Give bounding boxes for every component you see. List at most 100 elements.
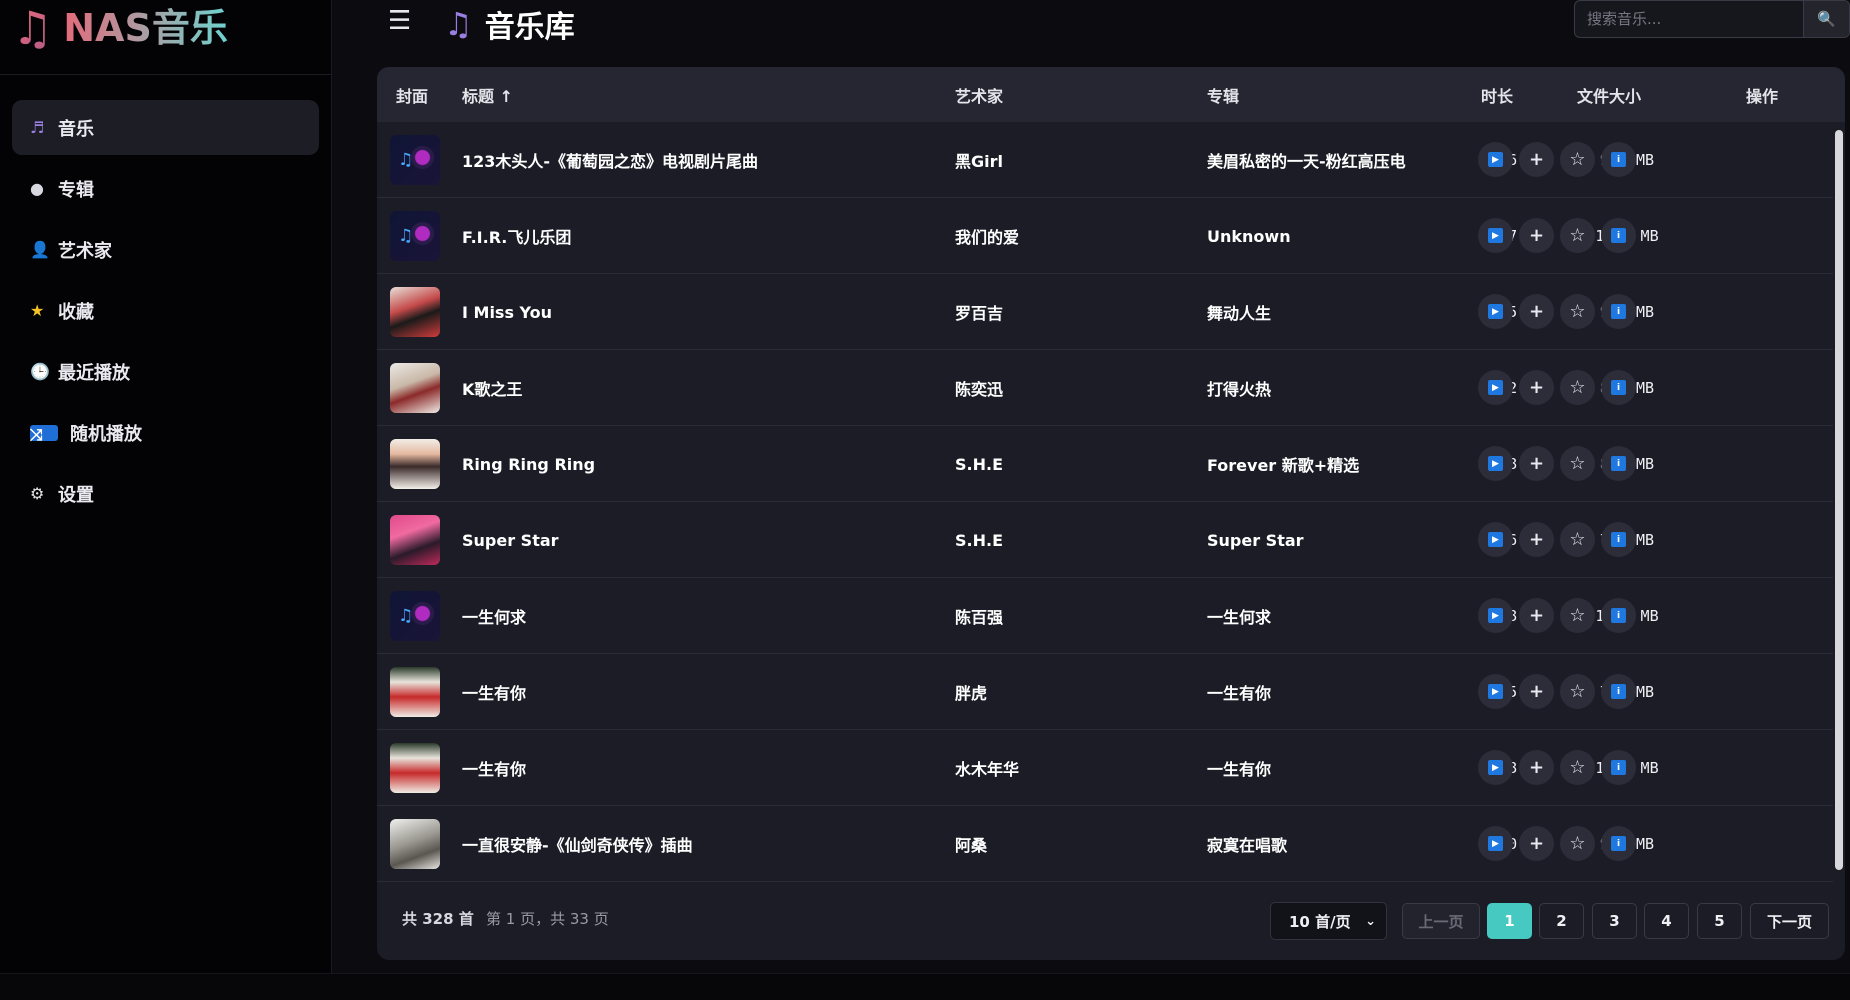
table-row[interactable]: 一生有你胖虎一生有你3:157.8 MB▶+☆i (377, 654, 1833, 730)
play-button[interactable]: ▶ (1478, 142, 1513, 177)
add-to-playlist-button[interactable]: + (1519, 294, 1554, 329)
info-button[interactable]: i (1601, 142, 1636, 177)
table-row[interactable]: 一直很安静-《仙剑奇侠传》插曲阿桑寂寞在唱歌4:109.6 MB▶+☆i (377, 806, 1833, 882)
table-row[interactable]: 一生有你水木年华一生有你4:1810.2 MB▶+☆i (377, 730, 1833, 806)
info-button[interactable]: i (1601, 370, 1636, 405)
column-header-title[interactable]: 标题 ↑ (462, 83, 513, 107)
table-row[interactable]: Ring Ring RingS.H.EForever 新歌+精选3:488.8 … (377, 426, 1833, 502)
sidebar-item-5[interactable]: ⤨ 随机播放 (12, 405, 319, 460)
song-title[interactable]: 一生何求 (462, 578, 526, 654)
sidebar-item-0[interactable]: ♬ 音乐 (12, 100, 319, 155)
favorite-button[interactable]: ☆ (1560, 598, 1595, 633)
play-button[interactable]: ▶ (1478, 370, 1513, 405)
info-button[interactable]: i (1601, 674, 1636, 709)
sidebar-item-4[interactable]: 🕒 最近播放 (12, 344, 319, 399)
search-input[interactable] (1575, 1, 1803, 37)
favorite-button[interactable]: ☆ (1560, 370, 1595, 405)
song-title[interactable]: 123木头人-《葡萄园之恋》电视剧片尾曲 (462, 122, 758, 198)
add-to-playlist-button[interactable]: + (1519, 218, 1554, 253)
page-button-1[interactable]: 1 (1487, 903, 1532, 939)
song-title[interactable]: Ring Ring Ring (462, 426, 595, 502)
info-button[interactable]: i (1601, 522, 1636, 557)
favorite-button[interactable]: ☆ (1560, 294, 1595, 329)
table-row[interactable]: I Miss You罗百吉舞动人生4:059.4 MB▶+☆i (377, 274, 1833, 350)
sidebar-item-6[interactable]: ⚙ 设置 (12, 466, 319, 521)
song-title[interactable]: 一生有你 (462, 730, 526, 806)
page-button-3[interactable]: 3 (1592, 903, 1637, 939)
play-button[interactable]: ▶ (1478, 750, 1513, 785)
star-outline-icon: ☆ (1569, 301, 1586, 322)
song-title[interactable]: F.I.R.飞儿乐团 (462, 198, 571, 274)
info-button[interactable]: i (1601, 826, 1636, 861)
favorite-button[interactable]: ☆ (1560, 750, 1595, 785)
song-title[interactable]: Super Star (462, 502, 559, 578)
next-page-button[interactable]: 下一页 (1750, 903, 1829, 939)
add-to-playlist-button[interactable]: + (1519, 598, 1554, 633)
table-row[interactable]: Super StarS.H.ESuper Star3:167.6 MB▶+☆i (377, 502, 1833, 578)
page-info: 第 1 页，共 33 页 (486, 910, 609, 928)
song-title[interactable]: K歌之王 (462, 350, 522, 426)
info-button[interactable]: i (1601, 218, 1636, 253)
play-button[interactable]: ▶ (1478, 446, 1513, 481)
column-header-actions: 操作 (1746, 86, 1779, 106)
table-row[interactable]: ♫一生何求陈百强一生何求4:4811.0 MB▶+☆i (377, 578, 1833, 654)
play-button[interactable]: ▶ (1478, 598, 1513, 633)
plus-icon: + (1528, 225, 1545, 246)
scrollbar-thumb[interactable] (1835, 130, 1843, 870)
total-count: 共 328 首 (402, 910, 474, 928)
play-button[interactable]: ▶ (1478, 218, 1513, 253)
column-header-size[interactable]: 文件大小 (1577, 83, 1641, 107)
search-button[interactable]: 🔍 (1803, 1, 1849, 37)
add-to-playlist-button[interactable]: + (1519, 370, 1554, 405)
page-button-2[interactable]: 2 (1539, 903, 1584, 939)
favorite-button[interactable]: ☆ (1560, 142, 1595, 177)
album-cover (390, 743, 440, 793)
per-page-select[interactable]: 10 首/页 ⌄ (1270, 902, 1387, 940)
info-button[interactable]: i (1601, 446, 1636, 481)
prev-page-button[interactable]: 上一页 (1402, 903, 1480, 939)
info-button[interactable]: i (1601, 294, 1636, 329)
favorite-button[interactable]: ☆ (1560, 826, 1595, 861)
add-to-playlist-button[interactable]: + (1519, 750, 1554, 785)
column-header-duration[interactable]: 时长 (1481, 83, 1513, 107)
star-outline-icon: ☆ (1569, 833, 1586, 854)
sidebar-item-3[interactable]: ★ 收藏 (12, 283, 319, 338)
add-to-playlist-button[interactable]: + (1519, 826, 1554, 861)
favorite-button[interactable]: ☆ (1560, 522, 1595, 557)
page-button-5[interactable]: 5 (1697, 903, 1742, 939)
play-button[interactable]: ▶ (1478, 674, 1513, 709)
row-actions: ▶ + ☆ i (1478, 370, 1636, 405)
play-button[interactable]: ▶ (1478, 522, 1513, 557)
song-title[interactable]: I Miss You (462, 274, 552, 350)
column-header-album[interactable]: 专辑 (1207, 83, 1239, 107)
song-artist: 阿桑 (955, 836, 988, 855)
table-row[interactable]: K歌之王陈奕迅打得火热3:428.8 MB▶+☆i (377, 350, 1833, 426)
song-title[interactable]: 一直很安静-《仙剑奇侠传》插曲 (462, 806, 693, 882)
table-row[interactable]: ♫F.I.R.飞儿乐团我们的爱Unknown4:4711.0 MB▶+☆i (377, 198, 1833, 274)
add-to-playlist-button[interactable]: + (1519, 674, 1554, 709)
info-icon: i (1611, 380, 1626, 395)
info-button[interactable]: i (1601, 598, 1636, 633)
column-header-artist[interactable]: 艺术家 (955, 83, 1003, 107)
sidebar-item-1[interactable]: ● 专辑 (12, 161, 319, 216)
info-button[interactable]: i (1601, 750, 1636, 785)
row-actions: ▶ + ☆ i (1478, 674, 1636, 709)
favorite-button[interactable]: ☆ (1560, 446, 1595, 481)
song-title[interactable]: 一生有你 (462, 654, 526, 730)
play-button[interactable]: ▶ (1478, 826, 1513, 861)
play-button[interactable]: ▶ (1478, 294, 1513, 329)
add-to-playlist-button[interactable]: + (1519, 142, 1554, 177)
album-cover (390, 287, 440, 337)
sidebar-item-2[interactable]: 👤 艺术家 (12, 222, 319, 277)
scrollbar[interactable] (1835, 122, 1843, 880)
page-button-4[interactable]: 4 (1644, 903, 1689, 939)
favorite-button[interactable]: ☆ (1560, 218, 1595, 253)
row-actions: ▶ + ☆ i (1478, 598, 1636, 633)
add-to-playlist-button[interactable]: + (1519, 522, 1554, 557)
favorite-button[interactable]: ☆ (1560, 674, 1595, 709)
table-row[interactable]: ♫123木头人-《葡萄园之恋》电视剧片尾曲黑Girl美眉私密的一天-粉红高压电3… (377, 122, 1833, 198)
sidebar-item-label: 收藏 (58, 301, 94, 323)
add-to-playlist-button[interactable]: + (1519, 446, 1554, 481)
hamburger-menu-icon[interactable]: ☰ (388, 6, 411, 36)
song-album: Unknown (1207, 226, 1291, 246)
